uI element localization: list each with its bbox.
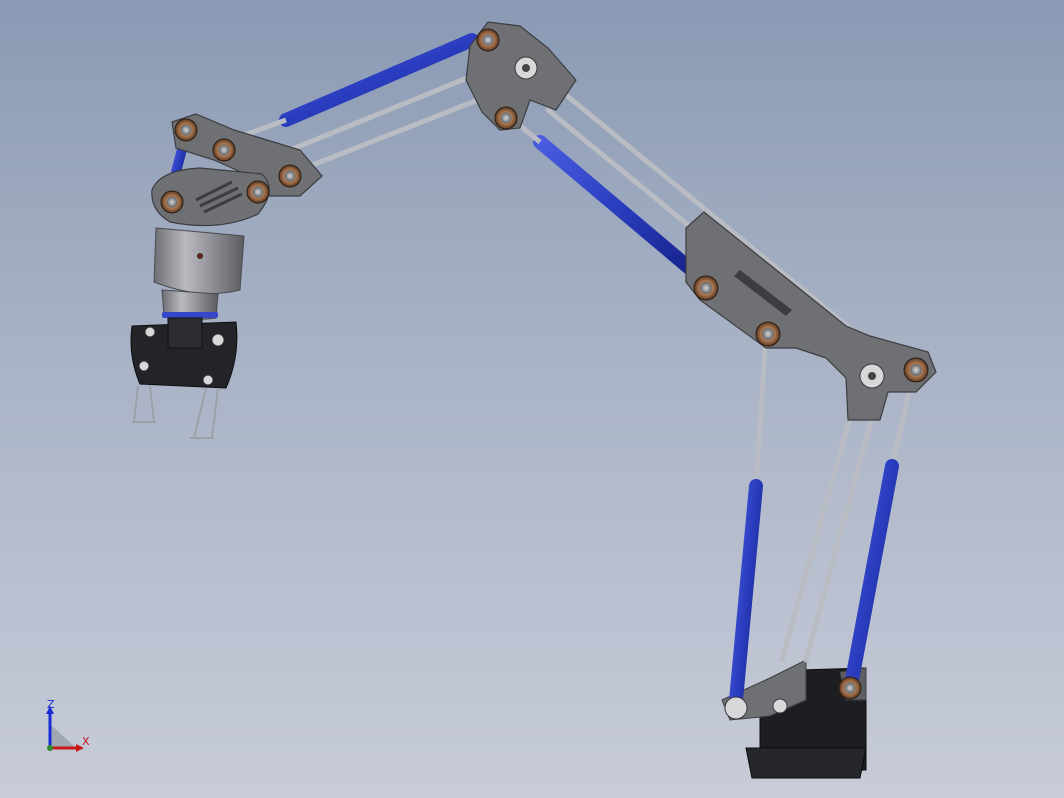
pivot-pin xyxy=(246,180,270,204)
wrist-housing-screw xyxy=(197,253,203,259)
lower-cylinder-right xyxy=(845,459,899,687)
pivot-pin xyxy=(212,138,236,162)
pivot-pin xyxy=(160,190,184,214)
reference-triad[interactable]: Z X xyxy=(38,696,98,756)
gripper-finger-left-1 xyxy=(133,385,139,423)
middle-frame-plate xyxy=(685,211,937,421)
gripper-finger-left-2 xyxy=(149,385,155,423)
triad-plane xyxy=(50,724,76,748)
lower-rod-left xyxy=(753,333,769,489)
lower-rod-right xyxy=(889,377,915,469)
pivot-pin-hole xyxy=(868,372,876,380)
robotic-arm-model[interactable] xyxy=(0,0,1064,798)
triad-z-label: Z xyxy=(47,698,55,711)
gripper-center-block xyxy=(167,317,203,349)
pivot-pin xyxy=(494,106,518,130)
gripper-screw xyxy=(144,326,156,338)
pivot-pin xyxy=(724,696,748,720)
gripper-screw xyxy=(202,374,214,386)
middle-cylinder xyxy=(533,135,701,279)
pivot-pin xyxy=(903,357,929,383)
triad-origin xyxy=(47,745,53,751)
gripper-finger-right-2 xyxy=(211,387,219,439)
lower-cylinder-left xyxy=(729,479,763,707)
upper-cylinder xyxy=(279,33,479,127)
base-foot xyxy=(745,747,867,779)
pivot-pin xyxy=(278,164,302,188)
pivot-pin xyxy=(838,676,862,700)
gripper-screw xyxy=(211,333,225,347)
wrist-flange-ring xyxy=(162,312,218,318)
gripper-finger-right-1 xyxy=(193,387,207,439)
gripper-screw xyxy=(138,360,150,372)
pivot-pin xyxy=(772,698,788,714)
pivot-pin xyxy=(693,275,719,301)
cad-graphics-viewport[interactable]: Z X xyxy=(0,0,1064,798)
pivot-pin-hole xyxy=(522,64,530,72)
pivot-pin xyxy=(174,118,198,142)
wrist-rotary-housing xyxy=(153,227,245,295)
triad-x-label: X xyxy=(82,735,90,748)
pivot-pin xyxy=(476,28,500,52)
pivot-pin xyxy=(755,321,781,347)
